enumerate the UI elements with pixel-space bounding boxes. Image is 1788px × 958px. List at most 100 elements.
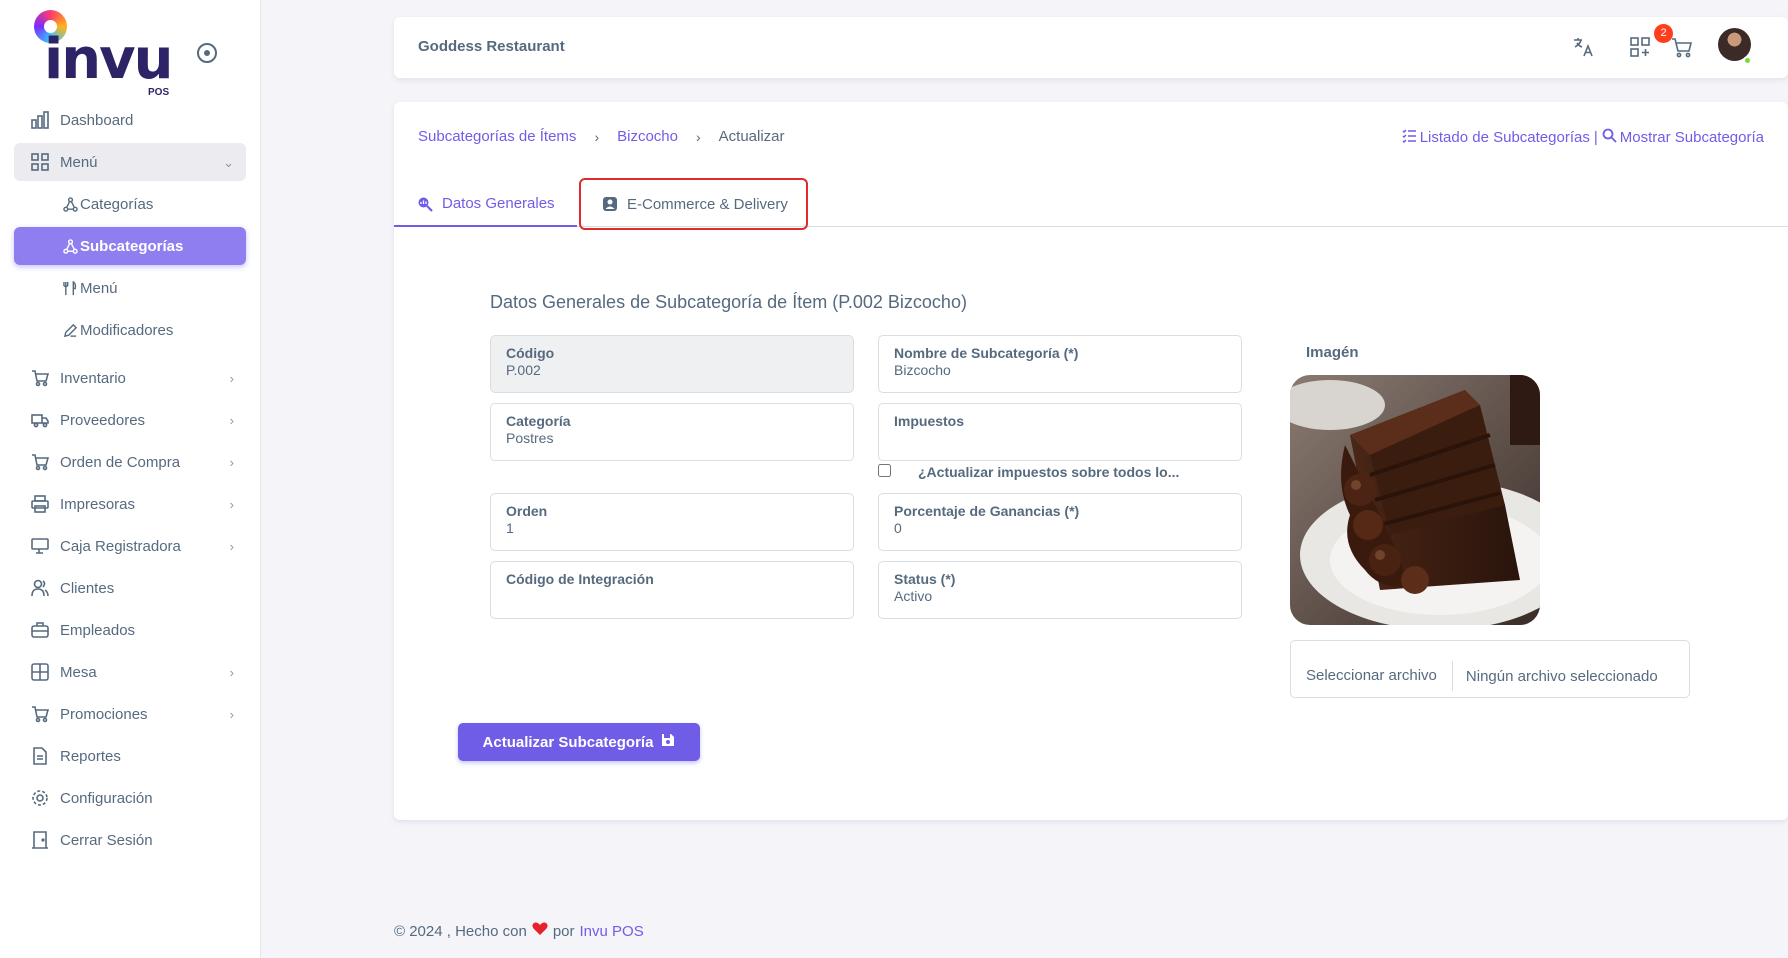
sidebar-subitem-label: Modificadores bbox=[80, 321, 174, 339]
field-label: Categoría bbox=[506, 413, 571, 429]
sidebar-item-reportes[interactable]: Reportes bbox=[14, 737, 246, 775]
field-value: 1 bbox=[506, 520, 514, 536]
categoria-select[interactable]: Categoría Postres bbox=[490, 403, 854, 461]
breadcrumb-bizcocho-link[interactable]: Bizcocho bbox=[617, 128, 678, 145]
breadcrumb-current: Actualizar bbox=[718, 128, 785, 145]
sidebar-item-cerrar-sesion[interactable]: Cerrar Sesión bbox=[14, 821, 246, 859]
breadcrumb: Subcategorías de Ítems › Bizcocho › Actu… bbox=[418, 128, 785, 145]
chevron-right-icon: › bbox=[229, 665, 234, 680]
orden-field[interactable]: Orden 1 bbox=[490, 493, 854, 551]
chevron-right-icon: › bbox=[695, 128, 701, 145]
impuestos-select[interactable]: Impuestos bbox=[878, 403, 1242, 461]
field-label: Código de Integración bbox=[506, 571, 654, 587]
sidebar-item-label: Menú bbox=[60, 153, 98, 171]
nombre-subcategoria-field[interactable]: Nombre de Subcategoría (*) Bizcocho bbox=[878, 335, 1242, 393]
table-icon bbox=[30, 662, 50, 682]
sidebar-item-label: Inventario bbox=[60, 369, 126, 387]
sidebar-item-label: Cerrar Sesión bbox=[60, 831, 153, 849]
codigo-integracion-field[interactable]: Código de Integración bbox=[490, 561, 854, 619]
header-actions: Listado de Subcategorías | Mostrar Subca… bbox=[1402, 128, 1764, 147]
tab-label: Datos Generales bbox=[442, 195, 555, 212]
porcentaje-ganancias-field[interactable]: Porcentaje de Ganancias (*) 0 bbox=[878, 493, 1242, 551]
sidebar-item-mesa[interactable]: Mesa › bbox=[14, 653, 246, 691]
sidebar-nav: Dashboard Menú ⌄ Categorías Subcategoría… bbox=[14, 101, 246, 863]
update-taxes-row: ¿Actualizar impuestos sobre todos lo... bbox=[878, 464, 1179, 480]
sidebar-item-label: Dashboard bbox=[60, 111, 134, 129]
codigo-field[interactable]: Código P.002 bbox=[490, 335, 854, 393]
sidebar-item-clientes[interactable]: Clientes bbox=[14, 569, 246, 607]
sidebar-item-inventario[interactable]: Inventario › bbox=[14, 359, 246, 397]
choose-file-button[interactable]: Seleccionar archivo bbox=[1291, 661, 1453, 691]
search-data-icon bbox=[416, 195, 434, 213]
save-icon bbox=[661, 733, 675, 751]
image-file-input[interactable]: Seleccionar archivo Ningún archivo selec… bbox=[1290, 640, 1690, 698]
no-file-label: Ningún archivo seleccionado bbox=[1465, 667, 1658, 685]
breadcrumb-subcategorias-link[interactable]: Subcategorías de Ítems bbox=[418, 128, 576, 145]
sidebar-subitem-categorias[interactable]: Categorías bbox=[14, 185, 246, 223]
utensils-icon bbox=[62, 280, 78, 296]
sidebar-item-label: Proveedores bbox=[60, 411, 146, 429]
printer-icon bbox=[30, 494, 50, 514]
logo-text: invu bbox=[44, 27, 173, 92]
sidebar-subitem-label: Categorías bbox=[80, 195, 154, 213]
sidebar-item-label: Caja Registradora bbox=[60, 537, 181, 555]
sidebar-item-menu[interactable]: Menú ⌄ bbox=[14, 143, 246, 181]
footer-invu-link[interactable]: Invu POS bbox=[580, 923, 644, 940]
sidebar-item-proveedores[interactable]: Proveedores › bbox=[14, 401, 246, 439]
update-taxes-checkbox[interactable] bbox=[878, 464, 891, 477]
field-value: 0 bbox=[894, 520, 902, 536]
field-label: Código bbox=[506, 345, 555, 361]
field-label: Nombre de Subcategoría (*) bbox=[894, 345, 1079, 361]
delivery-user-icon bbox=[601, 195, 619, 213]
tab-datos-generales[interactable]: Datos Generales bbox=[394, 182, 577, 227]
door-icon bbox=[30, 830, 50, 850]
sidebar-subitem-menu[interactable]: Menú bbox=[14, 269, 246, 307]
chevron-right-icon: › bbox=[594, 128, 600, 145]
update-taxes-label: ¿Actualizar impuestos sobre todos lo... bbox=[918, 464, 1180, 480]
sidebar-item-configuracion[interactable]: Configuración bbox=[14, 779, 246, 817]
chevron-right-icon: › bbox=[229, 413, 234, 428]
chevron-right-icon: › bbox=[229, 455, 234, 470]
show-subcategory-link[interactable]: Mostrar Subcategoría bbox=[1602, 128, 1764, 147]
gear-icon bbox=[30, 788, 50, 808]
status-select[interactable]: Status (*) Activo bbox=[878, 561, 1242, 619]
cart-count-badge: 2 bbox=[1654, 24, 1673, 43]
cart-icon[interactable] bbox=[1670, 35, 1694, 59]
sidebar-item-impresoras[interactable]: Impresoras › bbox=[14, 485, 246, 523]
sidebar-item-label: Empleados bbox=[60, 621, 136, 639]
chevron-right-icon: › bbox=[229, 707, 234, 722]
restaurant-name: Goddess Restaurant bbox=[418, 38, 565, 55]
heart-icon bbox=[532, 922, 548, 940]
sidebar-toggle-icon[interactable] bbox=[197, 43, 217, 63]
sidebar-item-dashboard[interactable]: Dashboard bbox=[14, 101, 246, 139]
translate-icon[interactable] bbox=[1571, 35, 1595, 59]
top-navbar: Goddess Restaurant bbox=[394, 17, 1788, 78]
list-subcategories-link[interactable]: Listado de Subcategorías bbox=[1402, 128, 1590, 147]
sidebar-item-empleados[interactable]: Empleados bbox=[14, 611, 246, 649]
sidebar-item-promociones[interactable]: Promociones › bbox=[14, 695, 246, 733]
sidebar-item-label: Reportes bbox=[60, 747, 121, 765]
invu-logo[interactable]: invu POS bbox=[34, 10, 184, 98]
document-icon bbox=[30, 746, 50, 766]
field-label: Status (*) bbox=[894, 571, 956, 587]
tab-label: E-Commerce & Delivery bbox=[627, 195, 788, 213]
share-icon bbox=[62, 238, 78, 254]
show-subcategory-label: Mostrar Subcategoría bbox=[1619, 129, 1764, 146]
sidebar-subitem-label: Menú bbox=[80, 279, 118, 297]
sidebar-item-caja[interactable]: Caja Registradora › bbox=[14, 527, 246, 565]
sidebar-subitem-subcategorias[interactable]: Subcategorías bbox=[14, 227, 246, 265]
cart-icon bbox=[30, 704, 50, 724]
apps-add-icon[interactable] bbox=[1628, 35, 1652, 59]
chevron-right-icon: › bbox=[229, 497, 234, 512]
update-subcategory-button[interactable]: Actualizar Subcategoría bbox=[458, 723, 700, 761]
edit-icon bbox=[62, 322, 78, 338]
online-status-indicator bbox=[1743, 56, 1752, 65]
field-value: Postres bbox=[506, 430, 554, 446]
links-separator: | bbox=[1593, 129, 1598, 146]
sidebar-item-orden-compra[interactable]: Orden de Compra › bbox=[14, 443, 246, 481]
footer-copyright: © 2024 , Hecho con bbox=[394, 922, 527, 940]
chevron-right-icon: › bbox=[229, 539, 234, 554]
tab-ecommerce-delivery[interactable]: E-Commerce & Delivery bbox=[579, 178, 808, 230]
sidebar-subitem-modificadores[interactable]: Modificadores bbox=[14, 311, 246, 349]
register-icon bbox=[30, 536, 50, 556]
